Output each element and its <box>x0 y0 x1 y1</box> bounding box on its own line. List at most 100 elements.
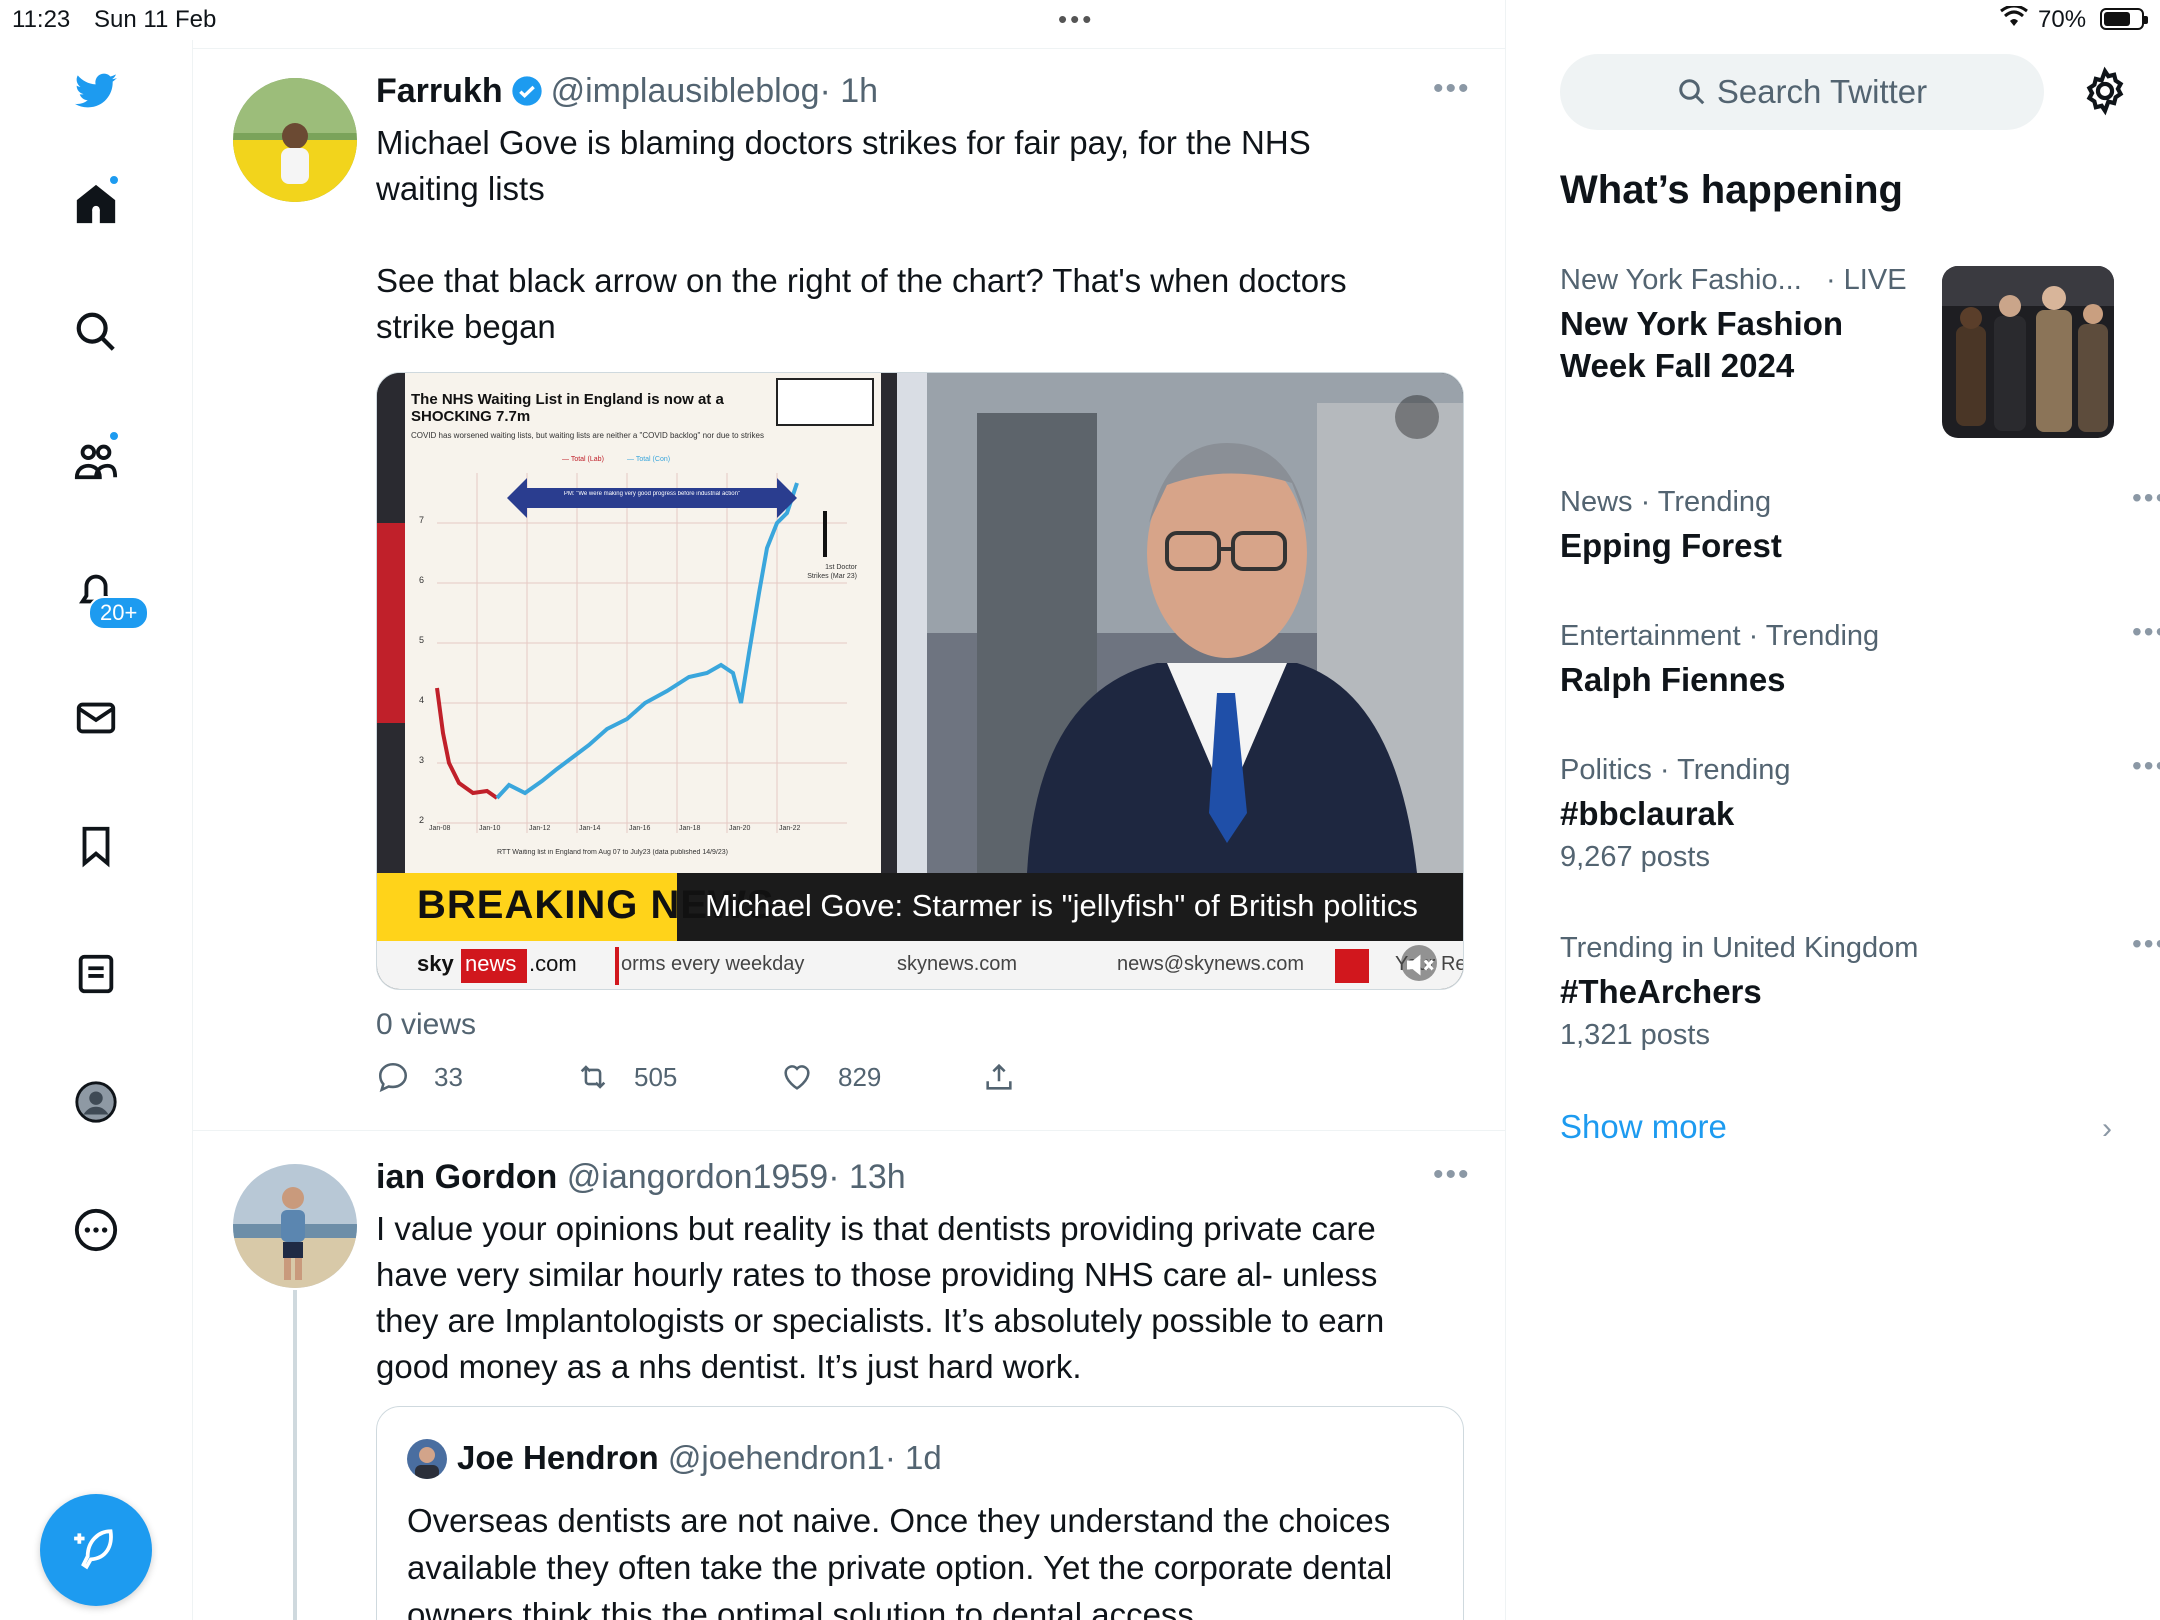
x-tick: Jan-22 <box>779 825 801 832</box>
right-sidebar: Search Twitter What’s happening New York… <box>1506 40 2160 1620</box>
whats-happening-heading: What’s happening <box>1560 168 1903 212</box>
communities-icon[interactable] <box>66 430 126 490</box>
search-placeholder: Search Twitter <box>1716 73 1928 110</box>
x-tick: Jan-16 <box>629 825 651 832</box>
y-tick: 4 <box>419 695 425 705</box>
trend-category: Entertainment · Trending <box>1560 620 1880 652</box>
avatar[interactable] <box>233 1164 357 1288</box>
live-label: · LIVE <box>1825 264 1907 296</box>
retweet-count: 505 <box>634 1061 678 1092</box>
author-handle[interactable]: @iangordon1959 <box>567 1158 828 1196</box>
compose-tweet-button[interactable] <box>40 1494 152 1606</box>
battery-percent: 70% <box>2038 6 2087 33</box>
show-more-link[interactable]: Show more <box>1560 1108 1727 1146</box>
reply-icon <box>378 1062 408 1093</box>
trend-item[interactable]: Entertainment · Trending ••• Ralph Fienn… <box>1560 616 2160 701</box>
chart-x-ticks: Jan-08 Jan-10 Jan-12 Jan-14 Jan-16 Jan-1… <box>429 825 869 837</box>
trend-more-button[interactable]: ••• <box>2132 750 2160 782</box>
tweet-time[interactable]: · 1h <box>819 72 878 110</box>
chart-strike-label: 1st Doctor Strikes (Mar 23) <box>807 564 857 580</box>
chart-y-ticks: 7 6 5 4 3 2 <box>419 515 431 835</box>
retweet-button[interactable]: 505 <box>576 1060 677 1094</box>
chart-arrow-label: PM: "We were making very good progress b… <box>563 491 741 497</box>
chart-source: RTT Waiting list in England from Aug 07 … <box>497 849 729 856</box>
ticker-item: news@skynews.com <box>1117 953 1305 975</box>
chart-legend-lab-label: Total (Lab) <box>570 456 604 463</box>
thread-line <box>293 1290 297 1620</box>
bookmarks-icon[interactable] <box>66 816 126 876</box>
trend-item[interactable]: Politics · Trending ••• #bbclaurak 9,267… <box>1560 750 2160 874</box>
avatar[interactable] <box>233 78 357 202</box>
trend-title: Ralph Fiennes <box>1560 661 1786 698</box>
twitter-logo-icon[interactable] <box>66 62 126 122</box>
trend-featured[interactable]: New York Fashio... · LIVE New York Fashi… <box>1560 264 1940 387</box>
x-tick: Jan-08 <box>429 825 451 832</box>
trend-category: New York Fashio... · LIVE <box>1560 264 1940 297</box>
trend-thumbnail[interactable] <box>1942 266 2114 438</box>
like-button[interactable]: 829 <box>780 1060 881 1094</box>
status-time: 11:23 <box>12 6 71 33</box>
quoted-tweet[interactable]: Joe Hendron @joehendron1· 1d Overseas de… <box>376 1406 1464 1620</box>
trend-title: #bbclaurak <box>1560 795 1735 832</box>
trend-title: #TheArchers <box>1560 973 1762 1010</box>
tweet-text: Michael Gove is blaming doctors strikes … <box>376 124 1347 345</box>
search-input[interactable]: Search Twitter <box>1560 54 2044 130</box>
trend-item[interactable]: News · Trending ••• Epping Forest <box>1560 482 2160 567</box>
compose-feather-icon <box>74 1529 113 1570</box>
tweet-media-video[interactable]: The NHS Waiting List in England is now a… <box>376 372 1464 990</box>
trend-more-button[interactable]: ••• <box>2132 928 2160 960</box>
reply-count: 33 <box>434 1061 463 1092</box>
x-tick: Jan-18 <box>679 825 701 832</box>
tweet-time[interactable]: · 13h <box>828 1158 906 1196</box>
tweet-header: ian Gordon @iangordon1959· 13h <box>376 1158 906 1197</box>
heart-icon <box>784 1065 810 1090</box>
chart-legend-con-label: Total (Con) <box>635 456 671 463</box>
lists-icon[interactable] <box>66 944 126 1004</box>
quoted-tweet-time: · 1d <box>884 1439 942 1476</box>
trend-category: News · Trending <box>1560 486 1772 518</box>
communities-unread-dot <box>108 430 120 442</box>
trend-item[interactable]: Trending in United Kingdom ••• #TheArche… <box>1560 928 2160 1052</box>
ticker-brand: sky <box>417 951 454 976</box>
share-button[interactable] <box>982 1060 1040 1094</box>
y-tick: 5 <box>419 635 425 645</box>
ticker-news: news <box>465 951 517 976</box>
trend-more-button[interactable]: ••• <box>2132 616 2160 648</box>
trend-post-count: 9,267 posts <box>1560 841 1710 873</box>
quoted-author-handle: @joehendron1 <box>667 1439 885 1476</box>
trend-title: Epping Forest <box>1560 527 1782 564</box>
profile-avatar-icon[interactable] <box>66 1072 126 1132</box>
messages-icon[interactable] <box>66 688 126 748</box>
x-tick: Jan-10 <box>479 825 501 832</box>
tweet-more-button[interactable]: ••• <box>1433 1158 1471 1192</box>
share-icon <box>986 1063 1012 1090</box>
ticker-com: .com <box>529 951 577 976</box>
y-tick: 3 <box>419 755 425 765</box>
author-handle[interactable]: @implausibleblog <box>551 72 820 110</box>
home-unread-dot <box>108 174 120 186</box>
y-tick: 7 <box>419 515 425 525</box>
chevron-right-icon: › <box>2102 1112 2112 1145</box>
home-icon[interactable] <box>66 174 126 234</box>
trend-post-count: 1,321 posts <box>1560 1019 1710 1051</box>
settings-gear-icon[interactable] <box>2080 66 2130 116</box>
chart-title: The NHS Waiting List in England is now a… <box>411 391 724 425</box>
more-options-icon[interactable] <box>66 1200 126 1260</box>
quoted-author-name: Joe Hendron <box>457 1439 659 1476</box>
trend-category: Politics · Trending <box>1560 754 1791 786</box>
quoted-text: Overseas dentists are not naive. Once th… <box>407 1502 1393 1620</box>
tweet-more-button[interactable]: ••• <box>1433 72 1471 106</box>
chart-legend-lab: — Total (Lab) <box>562 456 604 463</box>
mute-icon[interactable] <box>1401 947 1437 983</box>
timeline-top-border <box>193 48 1506 49</box>
retweet-icon <box>580 1065 606 1089</box>
reply-button[interactable]: 33 <box>376 1060 463 1094</box>
author-name[interactable]: ian Gordon <box>376 1158 557 1196</box>
x-tick: Jan-20 <box>729 825 751 832</box>
ticker-item: skynews.com <box>897 953 1018 975</box>
author-name[interactable]: Farrukh <box>376 72 503 110</box>
search-icon[interactable] <box>66 302 126 362</box>
timeline: Farrukh @implausibleblog· 1h ••• Michael … <box>193 0 1506 1620</box>
trend-more-button[interactable]: ••• <box>2132 482 2160 514</box>
tweet-divider <box>193 1130 1506 1131</box>
